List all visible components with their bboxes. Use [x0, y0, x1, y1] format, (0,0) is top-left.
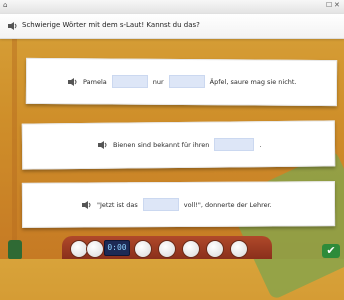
instruction-speaker-icon[interactable]	[8, 22, 18, 30]
sentence-2-speaker-icon[interactable]	[98, 140, 108, 149]
window-top-bar: ⌂ ☐ ✕	[0, 0, 344, 15]
sentence-row-2: Bienen sind bekannt für ihren .	[98, 138, 261, 151]
timer-display: 0:00	[104, 240, 130, 256]
sentence-3-text-a: "Jetzt ist das	[97, 200, 138, 209]
sentence-1-speaker-icon[interactable]	[68, 77, 78, 86]
sentence-1-text-c: Äpfel, saure mag sie nicht.	[209, 77, 297, 86]
settings-icon[interactable]: ☐	[326, 1, 332, 9]
home-icon[interactable]: ⌂	[3, 1, 7, 9]
sentence-2-blank-1[interactable]	[214, 138, 255, 151]
sentence-3-speaker-icon[interactable]	[82, 200, 92, 209]
sentence-1-text-a: Pamela	[83, 77, 107, 86]
sentence-2-text-b: .	[259, 140, 262, 149]
bottle-icon[interactable]	[8, 240, 22, 259]
sentence-3-text-b: voll!", donnerte der Lehrer.	[183, 200, 272, 209]
background-stripe	[12, 38, 17, 253]
sentence-1-text-b: nur	[152, 77, 164, 86]
sentence-3-blank-1[interactable]	[142, 198, 179, 211]
sentence-row-1: Pamela nur Äpfel, saure mag sie nicht.	[68, 75, 297, 88]
sentence-row-3: "Jetzt ist das voll!", donnerte der Lehr…	[82, 198, 272, 211]
check-icon[interactable]: ✔	[322, 244, 340, 258]
bottle-button[interactable]	[158, 240, 176, 258]
sentence-2-text-a: Bienen sind bekannt für ihren	[113, 140, 210, 149]
notes-button[interactable]	[182, 240, 200, 258]
book-button[interactable]	[134, 240, 152, 258]
close-icon[interactable]: ✕	[334, 1, 340, 9]
sentence-1-blank-1[interactable]	[111, 75, 148, 88]
sentence-1-blank-2[interactable]	[168, 75, 205, 88]
help-button[interactable]	[86, 240, 104, 258]
fruit-button[interactable]	[206, 240, 224, 258]
card-button[interactable]	[230, 240, 248, 258]
instruction-text: Schwierige Wörter mit dem s-Laut! Kannst…	[22, 21, 200, 29]
